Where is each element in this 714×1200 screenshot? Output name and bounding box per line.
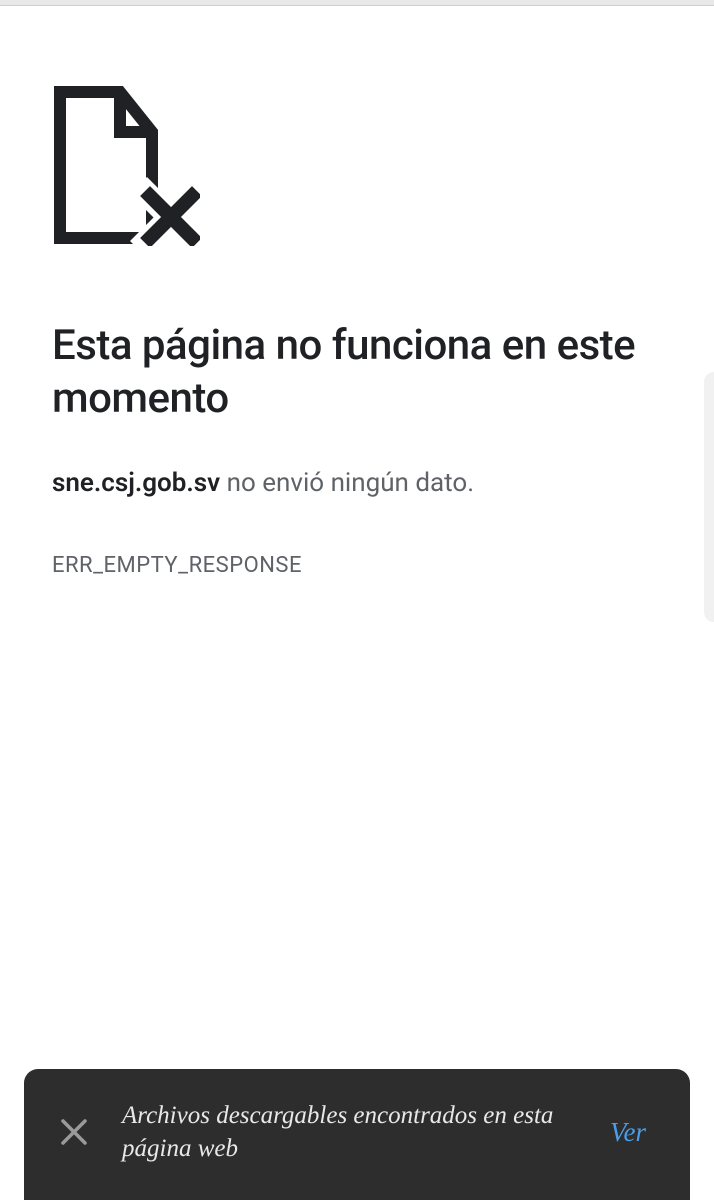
- scrollbar[interactable]: [704, 372, 714, 622]
- error-page-content: Esta página no funciona en este momento …: [0, 6, 714, 578]
- error-code: ERR_EMPTY_RESPONSE: [52, 553, 662, 578]
- download-toast: Archivos descargables encontrados en est…: [24, 1069, 690, 1200]
- error-message-text: no envió ningún dato.: [220, 468, 474, 498]
- error-message: sne.csj.gob.sv no envió ningún dato.: [52, 465, 662, 501]
- toast-message: Archivos descargables encontrados en est…: [122, 1099, 574, 1167]
- toast-close-button[interactable]: [54, 1112, 94, 1152]
- error-title: Esta página no funciona en este momento: [52, 320, 662, 425]
- toast-view-button[interactable]: Ver: [602, 1113, 654, 1152]
- error-domain: sne.csj.gob.sv: [52, 468, 220, 498]
- broken-page-icon: [52, 84, 662, 250]
- close-icon: [59, 1117, 89, 1147]
